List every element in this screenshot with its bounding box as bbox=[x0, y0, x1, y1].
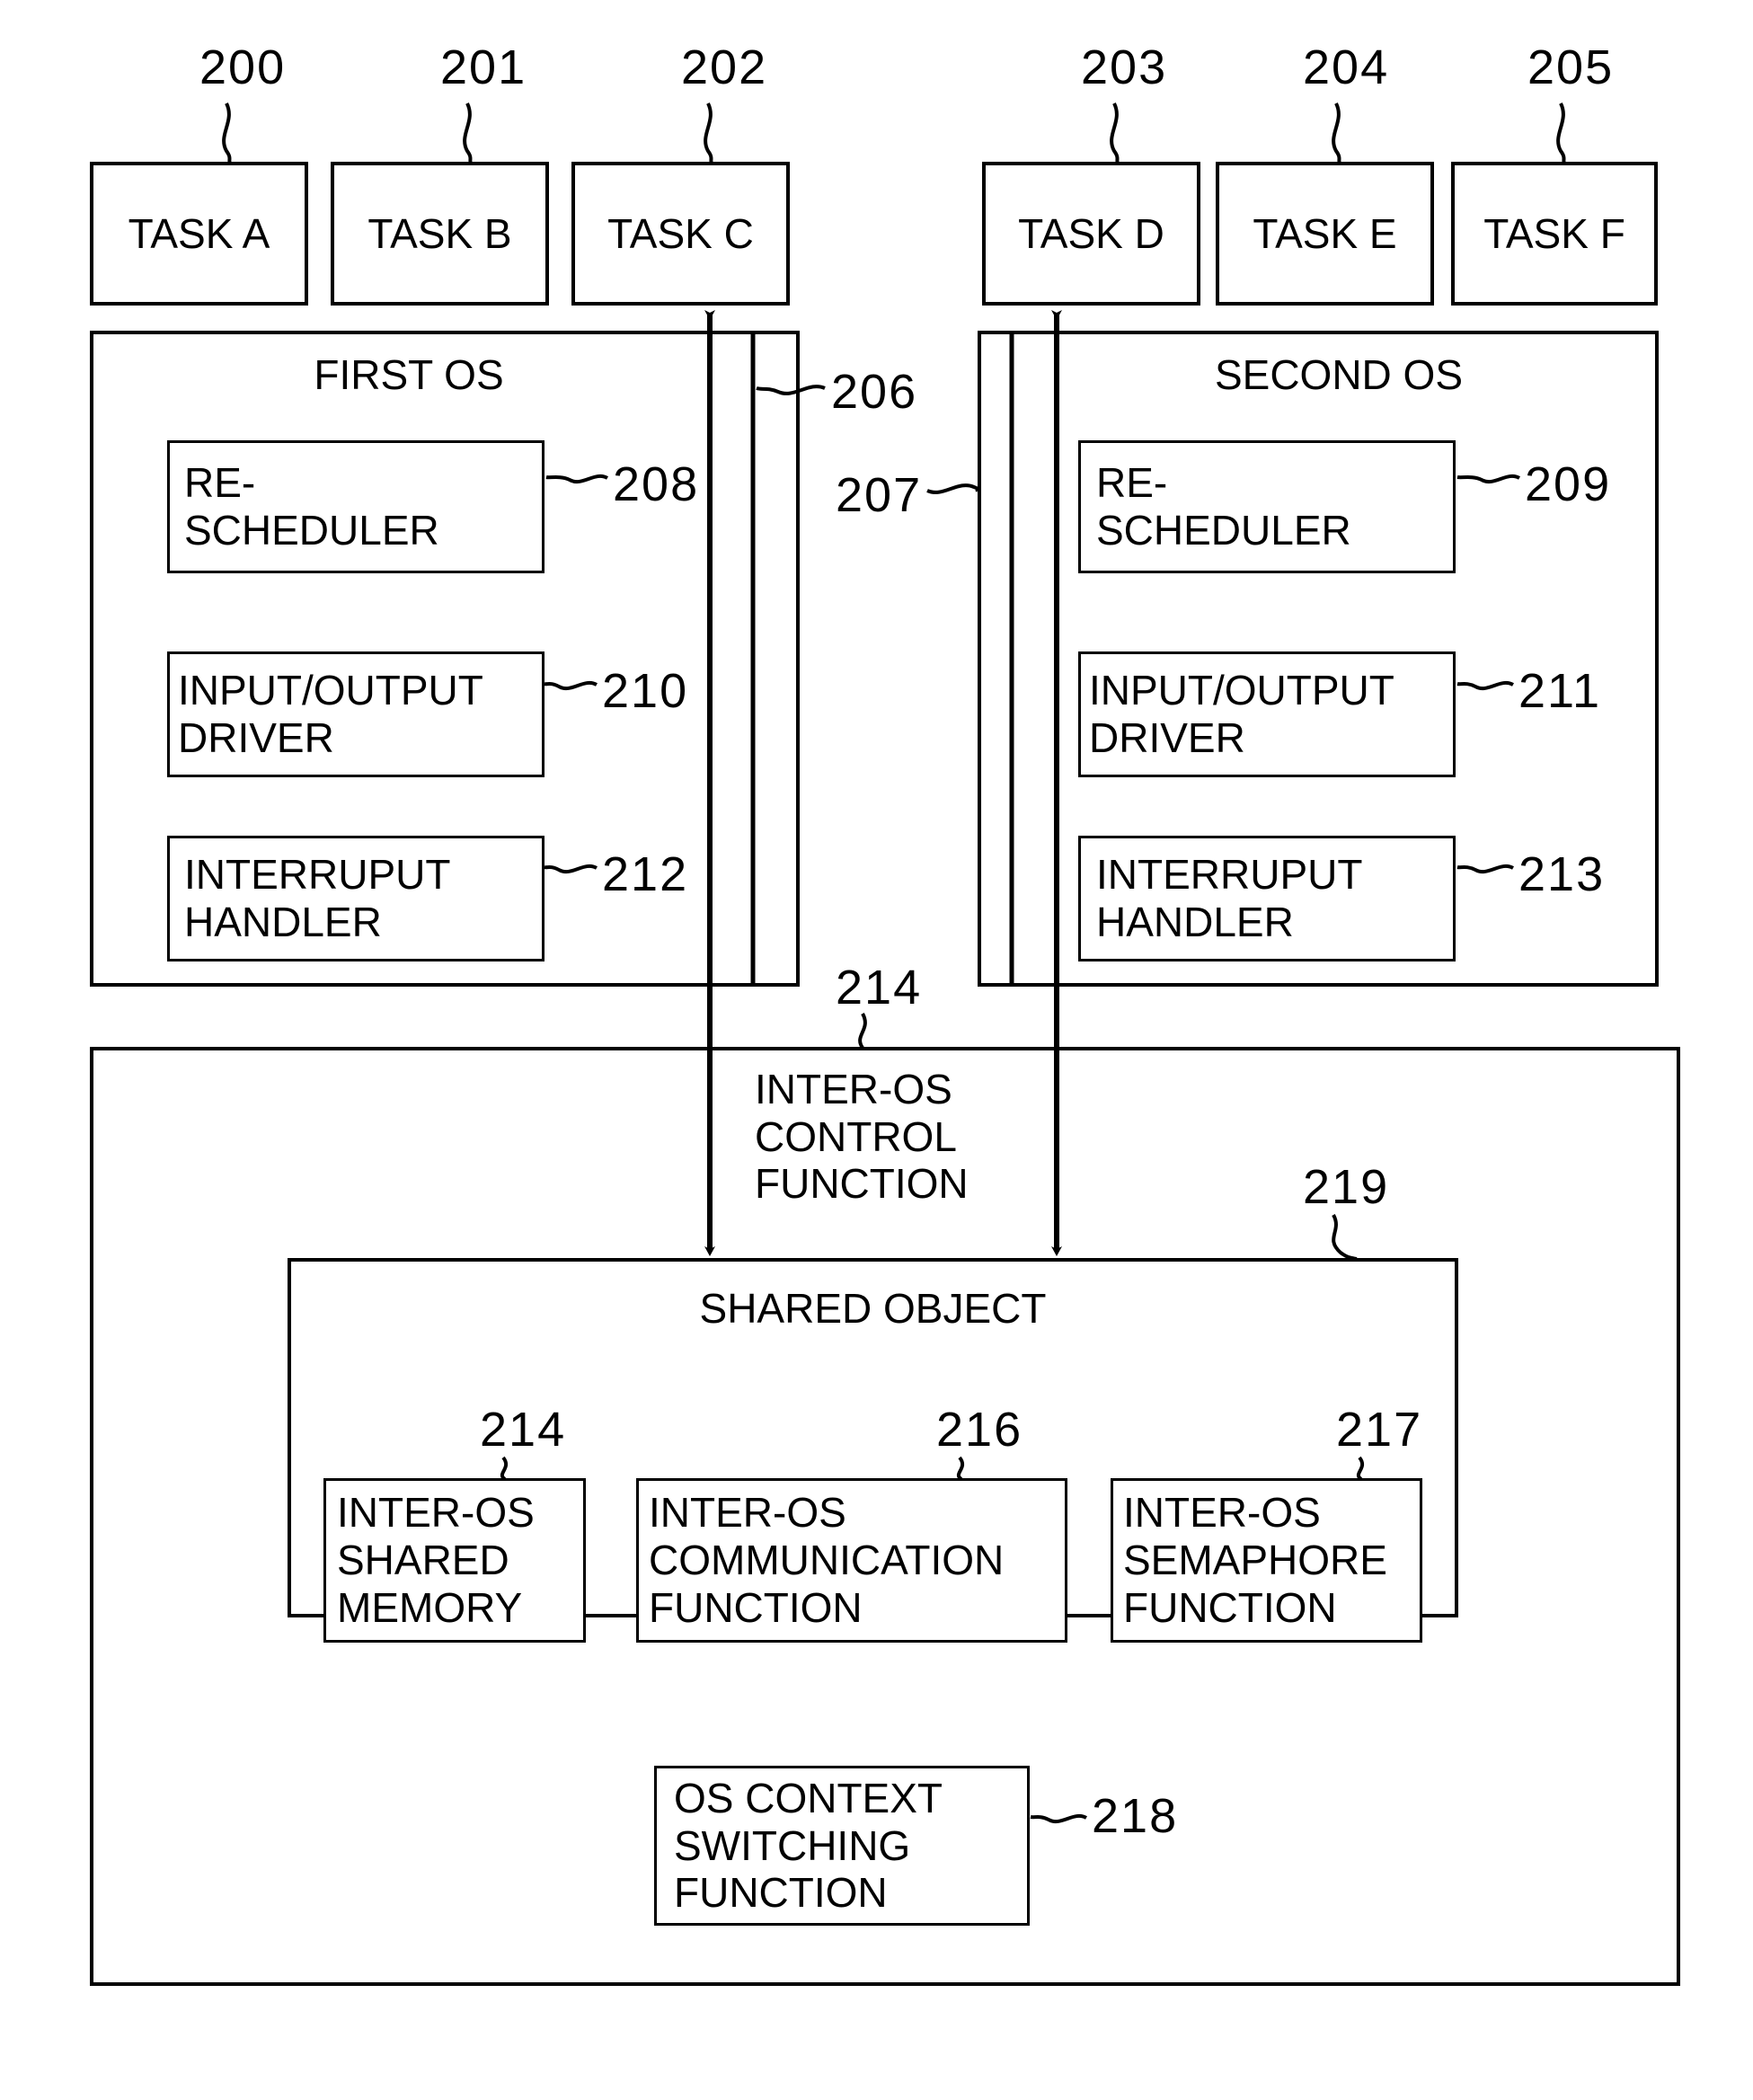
inter-os-semaphore-label: INTER-OS SEMAPHORE FUNCTION bbox=[1123, 1489, 1387, 1631]
first-os-title: FIRST OS bbox=[314, 350, 504, 398]
task-label-c: TASK C bbox=[607, 209, 754, 257]
ref-numeral-206: 206 bbox=[831, 365, 918, 419]
ref-numeral-217: 217 bbox=[1336, 1403, 1423, 1457]
first-os-rescheduler-label: RE- SCHEDULER bbox=[184, 459, 439, 554]
first-os-io-driver-label: INPUT/OUTPUT DRIVER bbox=[178, 667, 483, 761]
second-os-rescheduler-label: RE- SCHEDULER bbox=[1096, 459, 1351, 554]
ref-numeral-214-memory: 214 bbox=[480, 1403, 567, 1457]
ref-numeral-212: 212 bbox=[602, 847, 689, 901]
shared-object-title: SHARED OBJECT bbox=[699, 1284, 1047, 1332]
ref-numeral-208: 208 bbox=[613, 457, 700, 511]
ref-numeral-202: 202 bbox=[681, 40, 768, 94]
ref-numeral-211: 211 bbox=[1518, 664, 1602, 718]
ref-numeral-216: 216 bbox=[936, 1403, 1023, 1457]
ref-numeral-213: 213 bbox=[1518, 847, 1606, 901]
ref-numeral-218: 218 bbox=[1092, 1789, 1179, 1843]
task-label-d: TASK D bbox=[1018, 209, 1164, 257]
task-label-f: TASK F bbox=[1483, 209, 1625, 257]
os-context-switching-label: OS CONTEXT SWITCHING FUNCTION bbox=[674, 1774, 943, 1917]
task-label-a: TASK A bbox=[128, 209, 270, 257]
first-os-interrupt-handler-label: INTERRUPUT HANDLER bbox=[184, 851, 451, 945]
inter-os-shared-memory-label: INTER-OS SHARED MEMORY bbox=[337, 1489, 535, 1631]
inter-os-communication-label: INTER-OS COMMUNICATION FUNCTION bbox=[649, 1489, 1005, 1631]
ref-numeral-219: 219 bbox=[1303, 1160, 1390, 1214]
ref-numeral-207: 207 bbox=[836, 468, 923, 522]
patent-figure: 200 201 202 203 204 205 TASK A TASK B TA… bbox=[0, 0, 1753, 2100]
second-os-interrupt-handler-label: INTERRUPUT HANDLER bbox=[1096, 851, 1363, 945]
task-label-e: TASK E bbox=[1253, 209, 1397, 257]
inter-os-control-label: INTER-OS CONTROL FUNCTION bbox=[755, 1065, 969, 1208]
ref-numeral-203: 203 bbox=[1081, 40, 1168, 94]
ref-numeral-204: 204 bbox=[1303, 40, 1390, 94]
task-label-b: TASK B bbox=[367, 209, 512, 257]
ref-numeral-200: 200 bbox=[199, 40, 287, 94]
ref-numeral-210: 210 bbox=[602, 664, 689, 718]
ref-numeral-201: 201 bbox=[440, 40, 527, 94]
second-os-title: SECOND OS bbox=[1214, 350, 1464, 398]
second-os-io-driver-label: INPUT/OUTPUT DRIVER bbox=[1089, 667, 1394, 761]
ref-numeral-205: 205 bbox=[1527, 40, 1615, 94]
ref-numeral-209: 209 bbox=[1525, 457, 1612, 511]
ref-numeral-214-control: 214 bbox=[836, 961, 923, 1015]
